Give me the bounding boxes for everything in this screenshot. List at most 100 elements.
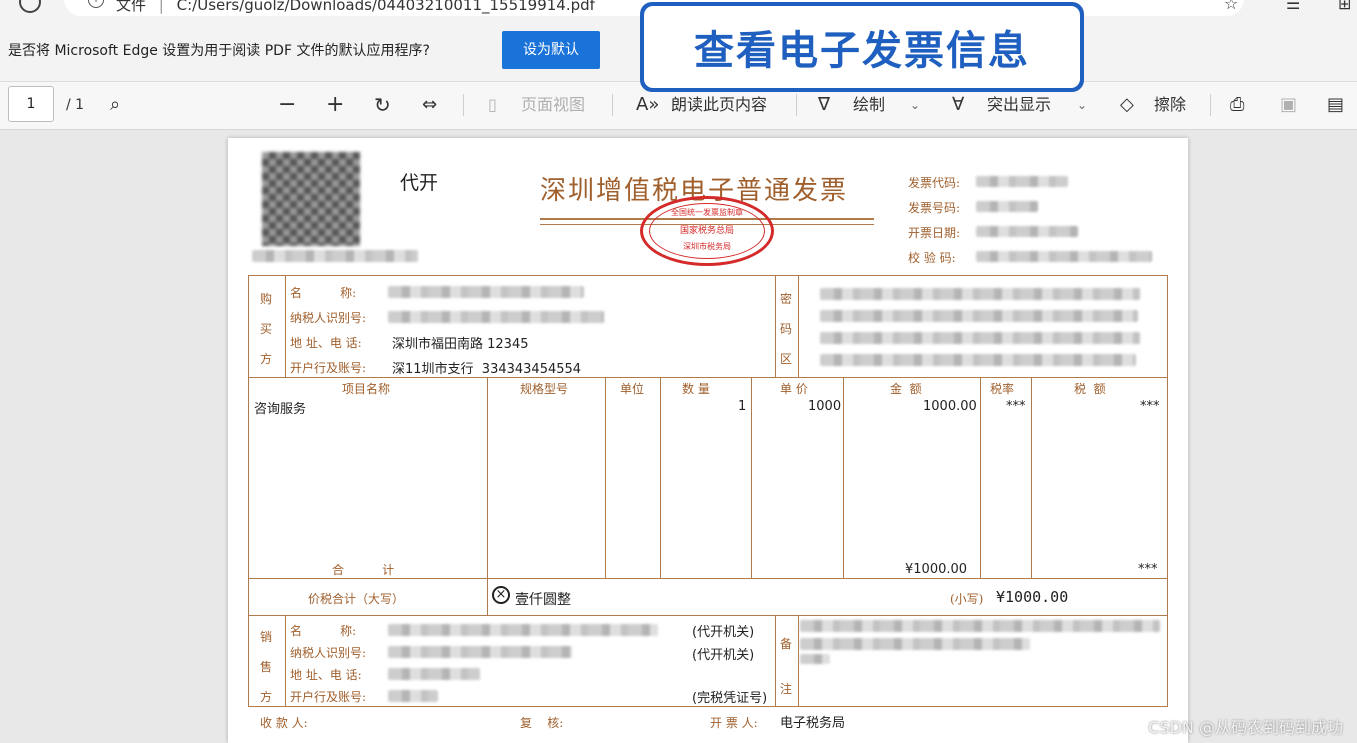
cipher-redacted — [820, 310, 1138, 322]
default-app-question: 是否将 Microsoft Edge 设置为用于阅读 PDF 文件的默认应用程序… — [8, 43, 430, 59]
item-amount: 1000.00 — [923, 399, 977, 414]
drawer-value: 电子税务局 — [780, 716, 846, 731]
seller-side-label-2: 售 — [260, 660, 273, 674]
buyer-side-label-3: 方 — [260, 352, 273, 366]
check-code-label: 校 验 码: — [908, 251, 956, 265]
payee-label: 收 款 人: — [260, 716, 308, 730]
print-icon[interactable]: ⎙ — [1230, 82, 1244, 130]
total-tax: *** — [1138, 562, 1158, 577]
url-text[interactable]: 文件 | C:/Users/guolz/Downloads/0440321001… — [116, 0, 595, 15]
promo-banner: 查看电子发票信息 — [640, 2, 1084, 92]
grand-small-value: ¥1000.00 — [996, 588, 1069, 606]
refresh-icon[interactable] — [19, 0, 41, 13]
agent-issue-label: 代开 — [400, 172, 439, 194]
remark-redacted — [800, 620, 1160, 632]
grand-total-label: 价税合计（大写） — [308, 592, 405, 606]
column-header: 金 额 — [890, 382, 922, 396]
cipher-label-2: 码 — [780, 322, 793, 336]
cipher-label-1: 密 — [780, 292, 793, 306]
page-number-input[interactable]: 1 — [8, 86, 54, 122]
buyer-side-label-1: 购 — [260, 292, 273, 306]
tax-stamp: 全国统一发票监制章 国家税务总局 深圳市税务局 — [640, 196, 774, 266]
seller-side-label-1: 销 — [260, 630, 273, 644]
item-tax-rate: *** — [1006, 399, 1026, 414]
rotate-icon[interactable]: ↻ — [374, 82, 391, 130]
page-view-label: 页面视图 — [521, 95, 586, 114]
remark-redacted — [800, 654, 830, 664]
remark-redacted — [800, 638, 1030, 650]
remark-label-2: 注 — [780, 682, 793, 696]
collections-icon[interactable]: ⊞ — [1338, 0, 1351, 13]
buyer-address-value: 深圳市福田南路 12345 — [392, 337, 529, 352]
invoice-code-redacted — [976, 176, 1068, 187]
item-tax: *** — [1140, 399, 1160, 414]
seller-name-label: 名 称: — [290, 624, 357, 638]
promo-banner-text: 查看电子发票信息 — [694, 28, 1030, 74]
buyer-bank-label: 开户行及账号: — [290, 361, 367, 375]
cipher-label-3: 区 — [780, 352, 793, 366]
buyer-tax-id-label: 纳税人识别号: — [290, 311, 367, 325]
seller-bank-note: (完税凭证号) — [692, 691, 768, 706]
search-icon[interactable]: ⌕ — [110, 82, 120, 130]
pdf-page: 代开 深圳增值税电子普通发票 全国统一发票监制章 国家税务总局 深圳市税务局 发… — [228, 138, 1188, 743]
column-header: 税率 — [990, 382, 1015, 396]
total-label: 合 计 — [332, 563, 395, 577]
buyer-side-label-2: 买 — [260, 322, 273, 336]
seller-tax-id-label: 纳税人识别号: — [290, 646, 367, 660]
save-icon: ▣ — [1280, 94, 1298, 115]
column-header: 单位 — [620, 382, 645, 396]
stamp-mid-text: 国家税务总局 — [679, 226, 734, 236]
toolbar-separator — [463, 94, 464, 116]
zoom-out-icon[interactable]: − — [278, 82, 296, 130]
reviewer-label: 复 核: — [520, 716, 564, 730]
seller-bank-redacted — [388, 690, 438, 702]
column-header: 项目名称 — [342, 382, 391, 396]
total-amount: ¥1000.00 — [905, 562, 968, 577]
column-header: 单 价 — [780, 382, 808, 396]
remark-label-1: 备 — [780, 637, 793, 651]
buyer-name-redacted — [388, 286, 584, 298]
url-prefix: 文件 — [116, 0, 147, 14]
seller-address-label: 地 址、电 话: — [290, 668, 362, 682]
item-unit-price: 1000 — [808, 399, 842, 414]
cipher-redacted — [820, 354, 1136, 366]
seller-address-redacted — [388, 668, 480, 680]
stamp-top-text: 全国统一发票监制章 — [671, 208, 743, 217]
grand-total-upper: 壹仟圆整 — [515, 592, 571, 608]
qr-code — [262, 152, 360, 246]
issue-date-redacted — [976, 226, 1078, 237]
seller-side-label-3: 方 — [260, 690, 273, 704]
url-separator: | — [158, 0, 164, 14]
column-header: 税 额 — [1074, 382, 1106, 396]
page-view-icon: ▯ — [488, 95, 497, 114]
favorite-add-icon[interactable]: ☆ — [1224, 0, 1238, 13]
invoice-number-label: 发票号码: — [908, 201, 961, 215]
zoom-in-icon[interactable]: + — [326, 82, 344, 130]
toolbar-separator — [1210, 94, 1211, 116]
fit-page-icon[interactable]: ⇔ — [422, 82, 437, 130]
buyer-tax-id-redacted — [388, 311, 604, 323]
buyer-bank-value: 深11圳市支行 334343454554 — [392, 362, 582, 377]
issue-date-label: 开票日期: — [908, 226, 961, 240]
buyer-name-label: 名 称: — [290, 286, 357, 300]
item-name: 咨询服务 — [254, 402, 307, 417]
save-as-icon[interactable]: ▤ — [1327, 82, 1344, 130]
set-default-button[interactable]: 设为默认 — [502, 31, 600, 69]
seller-name-redacted — [388, 624, 658, 636]
cipher-redacted — [820, 288, 1140, 300]
erase-button[interactable]: 擦除 — [1154, 82, 1186, 130]
favorites-icon[interactable]: ☰ — [1286, 0, 1300, 13]
column-header: 数 量 — [682, 382, 710, 396]
seller-tax-id-note: (代开机关) — [692, 648, 755, 663]
toolbar-separator — [612, 94, 613, 116]
item-quantity: 1 — [738, 399, 747, 414]
cross-circle-icon: × — [492, 586, 510, 604]
stamp-bottom-text: 深圳市税务局 — [683, 242, 731, 251]
qr-caption-redacted — [252, 250, 418, 262]
column-header: 规格型号 — [520, 382, 569, 396]
seller-name-note: (代开机关) — [692, 625, 755, 640]
csdn-watermark: CSDN @从码农到码到成功 — [1148, 718, 1343, 737]
drawer-label: 开 票 人: — [710, 716, 758, 730]
grand-small-label: (小写) — [950, 592, 984, 606]
eraser-icon[interactable]: ◇ — [1120, 82, 1134, 130]
